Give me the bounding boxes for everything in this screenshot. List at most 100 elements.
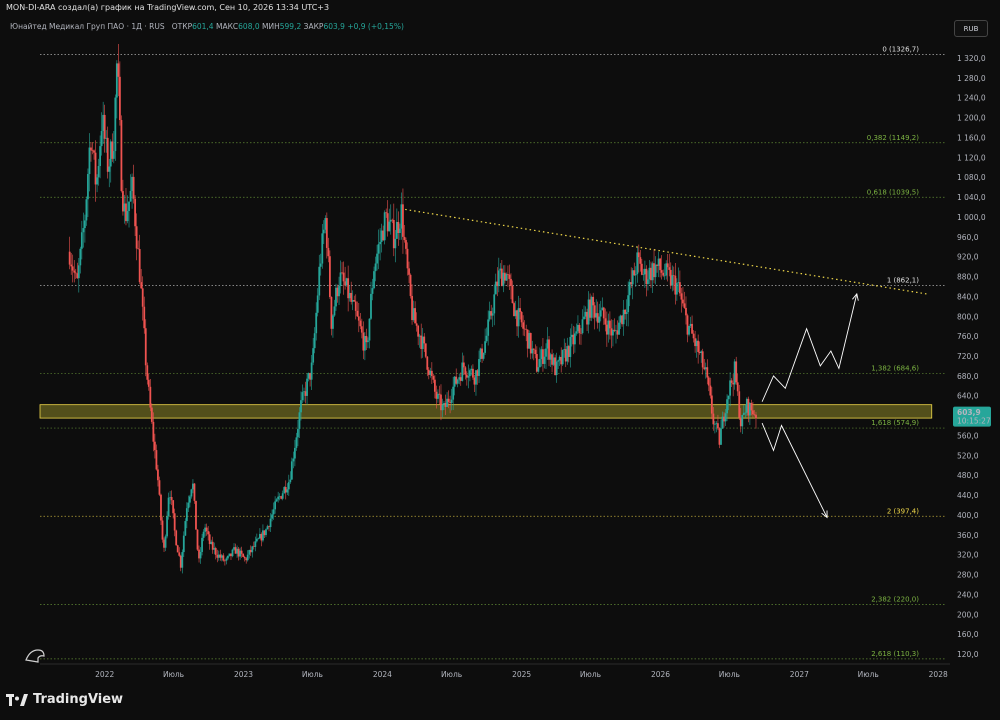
candle-body: [692, 333, 695, 339]
fib-level-label: 1 (862,1): [887, 276, 919, 284]
candle-body: [126, 211, 129, 222]
y-tick-label: 960,0: [957, 233, 979, 242]
candle-body: [227, 555, 229, 559]
candle-body: [274, 501, 277, 510]
candle-body: [287, 482, 290, 490]
y-tick-label: 520,0: [957, 451, 979, 460]
candle-body: [430, 370, 433, 377]
candle-body: [383, 212, 386, 241]
candle-body: [697, 340, 700, 352]
candle-body: [199, 551, 202, 559]
candle-body: [432, 376, 435, 380]
candle-body: [520, 311, 523, 323]
candle-body: [134, 198, 137, 227]
candle-body: [634, 274, 637, 276]
y-tick-label: 720,0: [957, 352, 979, 361]
candle-body: [598, 316, 601, 323]
candle-body: [678, 282, 681, 294]
candle-body: [147, 379, 150, 387]
candle-body: [575, 331, 578, 334]
candle-body: [195, 500, 197, 530]
candle-body: [464, 367, 467, 375]
candle-body: [327, 247, 330, 257]
candle-body: [583, 316, 585, 320]
candle-body: [166, 516, 168, 537]
candle-body: [214, 548, 217, 555]
candle-body: [240, 550, 243, 554]
candle-body: [491, 313, 494, 316]
candle-body: [68, 251, 71, 265]
candle-body: [150, 407, 153, 422]
candle-body: [108, 166, 111, 172]
y-tick-label: 1 120,0: [957, 153, 986, 162]
candle-body: [281, 493, 284, 499]
candle-body: [88, 147, 91, 175]
candle-body: [720, 428, 722, 445]
fib-level-label: 0,382 (1149,2): [867, 134, 919, 142]
fib-level-label: 2 (397,4): [887, 507, 919, 515]
candle-body: [675, 283, 678, 295]
candle-body: [313, 333, 316, 349]
candle-body: [87, 174, 89, 200]
candle-body: [318, 266, 321, 296]
candle-body: [82, 228, 85, 233]
candle-body: [543, 356, 546, 364]
candle-body: [332, 315, 334, 329]
support-zone: [39, 404, 933, 419]
candle-body: [175, 530, 178, 546]
candle-body: [522, 322, 525, 329]
price-chart[interactable]: 0 (1326,7) 0,382 (1149,2) 0,618 (1039,5) 1 …: [0, 0, 1000, 720]
candle-body: [251, 546, 254, 553]
candle-body: [322, 229, 325, 234]
candle-body: [143, 306, 146, 329]
y-tick-label: 440,0: [957, 491, 979, 500]
y-tick-label: 640,0: [957, 392, 979, 401]
candle-body: [158, 480, 161, 495]
candle-body: [242, 553, 245, 557]
candle-body: [231, 549, 234, 557]
candle-body: [178, 552, 181, 556]
candle-body: [141, 288, 144, 307]
y-tick-label: 480,0: [957, 471, 979, 480]
y-tick-label: 120,0: [957, 650, 979, 659]
candle-body: [408, 268, 410, 275]
candle-body: [519, 308, 522, 312]
y-tick-label: 280,0: [957, 571, 979, 580]
candle-body: [295, 437, 298, 448]
x-tick-label: 2024: [373, 670, 392, 679]
candle-body: [511, 285, 514, 304]
candle-body: [173, 513, 176, 531]
candle-body: [637, 252, 640, 258]
candle-body: [578, 324, 581, 334]
candle-body: [357, 316, 360, 321]
candle-body: [257, 538, 260, 539]
candle-body: [77, 265, 80, 279]
candle-body: [376, 253, 378, 264]
candle-body: [538, 358, 541, 368]
candle-body: [738, 391, 741, 418]
candle-body: [573, 333, 576, 345]
candle-body: [74, 272, 77, 274]
candle-body: [272, 509, 275, 515]
candle-body: [625, 312, 628, 315]
candle-body: [298, 412, 301, 429]
candle-body: [736, 382, 739, 392]
candle-body: [713, 424, 716, 425]
candle-body: [83, 220, 86, 229]
x-tick-label: Июль: [580, 670, 601, 679]
candle-body: [510, 278, 512, 286]
candle-body: [117, 63, 120, 77]
candle-body: [167, 497, 170, 517]
candle-body: [306, 378, 308, 396]
candle-body: [73, 270, 76, 273]
candle-body: [659, 258, 662, 271]
y-tick-label: 1 280,0: [957, 74, 986, 83]
candle-body: [388, 221, 391, 232]
candle-body: [467, 376, 470, 378]
candle-body: [120, 120, 123, 192]
candle-body: [300, 400, 302, 413]
candle-body: [726, 399, 728, 414]
x-tick-label: 2026: [651, 670, 670, 679]
candle-body: [706, 367, 709, 378]
candle-body: [144, 328, 147, 366]
